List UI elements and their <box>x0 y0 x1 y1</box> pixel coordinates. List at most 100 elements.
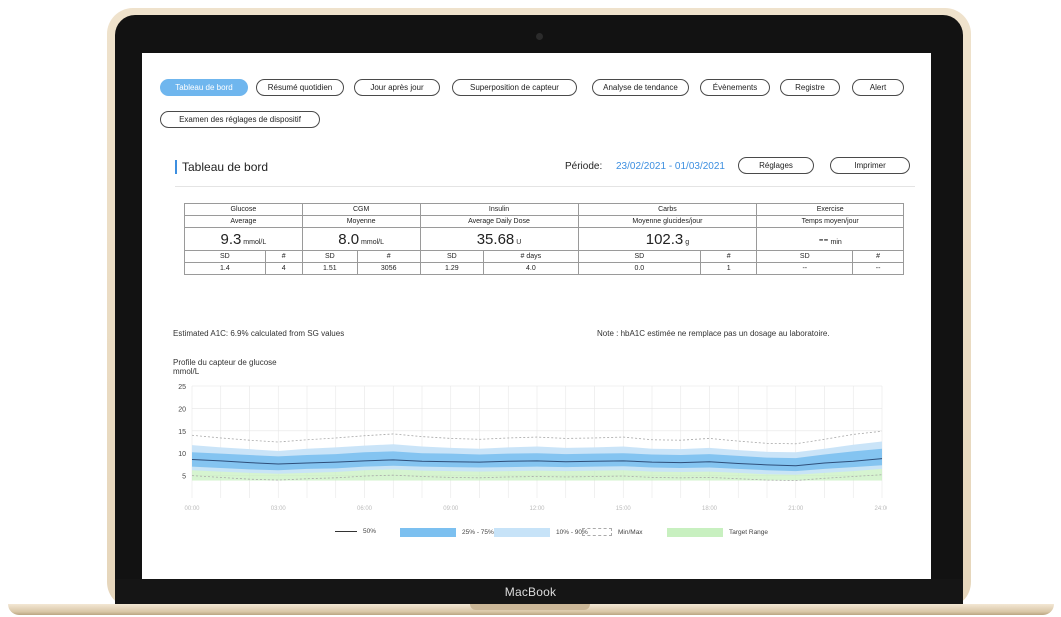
stats-value-row: 9.3 mmol/L 8.0 mmol/L 35.68 U 102.3 g --… <box>184 227 904 251</box>
legend-iqr-swatch <box>400 528 456 537</box>
stat-value-cell: 8.0 mmol/L <box>301 227 421 251</box>
x-tick-label: 21:00 <box>788 506 804 512</box>
stat-col-label: SD <box>184 250 266 263</box>
tab-superposition-de-capteur[interactable]: Superposition de capteur <box>452 79 577 96</box>
stat-metric: Average <box>184 215 303 228</box>
stat-name-cgm: CGM <box>301 203 421 216</box>
legend-iqr: 25% - 75% <box>400 528 494 537</box>
stat-unit: g <box>685 238 690 246</box>
stat-value: 8.0 <box>338 230 360 248</box>
stat-value: -- <box>818 230 829 248</box>
profile-title: Profile du capteur de glucose mmol/L <box>173 358 277 376</box>
stat-col-label: # <box>264 250 303 263</box>
stat-col-label: SD <box>756 250 854 263</box>
stat-col-value: 1.4 <box>184 262 266 275</box>
stats-table: Glucose CGM Insulin Carbs Exercise Avera… <box>184 203 904 275</box>
legend-p10-90-swatch <box>494 528 550 537</box>
stat-col-value: 4 <box>264 262 303 275</box>
laptop-brand-label: MacBook <box>504 585 557 599</box>
tab-examen-des-reglages[interactable]: Examen des réglages de dispositif <box>160 111 320 128</box>
y-tick-label: 20 <box>178 406 186 413</box>
stat-value: 9.3 <box>220 230 242 248</box>
stats-subheader-row: SD # SD # SD # days SD # SD # <box>184 250 904 263</box>
profile-title-text: Profile du capteur de glucose <box>173 358 277 367</box>
legend-minmax: Min/Max <box>582 528 643 536</box>
legend-target-swatch <box>667 528 723 537</box>
settings-button[interactable]: Réglages <box>738 157 814 174</box>
stat-col-value: 1 <box>700 262 758 275</box>
stat-col-value: -- <box>852 262 904 275</box>
y-tick-label: 5 <box>182 474 186 481</box>
legend-minmax-label: Min/Max <box>618 528 643 536</box>
stat-unit: mmol/L <box>361 238 384 246</box>
tab-analyse-de-tendance[interactable]: Analyse de tendance <box>592 79 689 96</box>
print-button[interactable]: Imprimer <box>830 157 910 174</box>
stat-col-label: # days <box>483 250 579 263</box>
legend-median-label: 50% <box>363 528 377 535</box>
page-title: Tableau de bord <box>182 160 269 174</box>
stat-col-label: # <box>852 250 904 263</box>
stat-name-insulin: Insulin <box>419 203 579 216</box>
stat-col-label: # <box>356 250 421 263</box>
stat-value-cell: 9.3 mmol/L <box>184 227 303 251</box>
stat-col-label: SD <box>419 250 485 263</box>
stat-unit: mmol/L <box>243 238 267 246</box>
period-value[interactable]: 23/02/2021 - 01/03/2021 <box>616 161 725 172</box>
stat-col-label: SD <box>301 250 358 263</box>
x-tick-label: 12:00 <box>529 506 545 512</box>
legend-median-swatch <box>335 531 357 532</box>
x-tick-label: 06:00 <box>357 506 373 512</box>
stat-metric: Moyenne <box>301 215 421 228</box>
x-tick-label: 18:00 <box>702 506 718 512</box>
legend-iqr-label: 25% - 75% <box>462 529 494 536</box>
tab-alert[interactable]: Alert <box>852 79 904 96</box>
y-tick-label: 15 <box>178 429 186 436</box>
tab-registre[interactable]: Registre <box>780 79 840 96</box>
x-tick-label: 00:00 <box>184 506 200 512</box>
x-tick-label: 24:00 <box>874 506 887 512</box>
tab-jour-apres-jour[interactable]: Jour après jour <box>354 79 440 96</box>
profile-unit-text: mmol/L <box>173 367 200 376</box>
x-tick-label: 15:00 <box>616 506 632 512</box>
stat-metric: Temps moyen/jour <box>756 215 904 228</box>
y-tick-label: 10 <box>178 451 186 458</box>
stats-header-row: Glucose CGM Insulin Carbs Exercise <box>184 203 904 216</box>
legend-target-label: Target Range <box>729 529 769 536</box>
stat-value: 102.3 <box>645 230 684 248</box>
app-screen: Tableau de bord Résumé quotidien Jour ap… <box>142 53 931 579</box>
stat-name-exercise: Exercise <box>756 203 904 216</box>
period-label: Période: <box>565 161 603 172</box>
stat-col-value: 1.51 <box>301 262 358 275</box>
stat-name-glucose: Glucose <box>184 203 303 216</box>
legend-target: Target Range <box>667 528 768 537</box>
estimated-a1c-text: Estimated A1C: 6.9% calculated from SG v… <box>173 329 345 338</box>
glucose-profile-chart: 5 10 15 20 25 00:00 03:00 06:00 09:00 12:00 15:00 1… <box>178 384 887 512</box>
stats-metric-row: Average Moyenne Average Daily Dose Moyen… <box>184 215 904 228</box>
stats-data-row: 1.4 4 1.51 3056 1.29 4.0 0.0 1 -- -- <box>184 262 904 275</box>
legend-p10-90: 10% - 90% <box>494 528 588 537</box>
tab-resume-quotidien[interactable]: Résumé quotidien <box>256 79 344 96</box>
a1c-note-text: Note : hbA1C estimée ne remplace pas un … <box>597 329 830 338</box>
stat-col-label: # <box>700 250 758 263</box>
y-tick-label: 25 <box>178 384 186 391</box>
tab-evenements[interactable]: Évènements <box>700 79 770 96</box>
stat-metric: Average Daily Dose <box>419 215 579 228</box>
stat-name-carbs: Carbs <box>577 203 758 216</box>
stat-value-cell: -- min <box>756 227 904 251</box>
stat-col-value: 1.29 <box>419 262 485 275</box>
section-accent-bar <box>175 160 177 174</box>
tab-tableau-de-bord[interactable]: Tableau de bord <box>160 79 248 96</box>
stat-unit: min <box>830 238 842 246</box>
stat-col-value: 3056 <box>356 262 421 275</box>
divider <box>175 186 915 187</box>
x-tick-label: 09:00 <box>443 506 459 512</box>
stat-value: 35.68 <box>476 230 515 248</box>
stat-col-value: -- <box>756 262 854 275</box>
stat-value-cell: 35.68 U <box>419 227 579 251</box>
laptop-base-notch <box>470 604 590 610</box>
stat-col-value: 4.0 <box>483 262 579 275</box>
legend-minmax-swatch <box>582 528 612 536</box>
stat-unit: U <box>516 238 522 246</box>
stat-col-label: SD <box>577 250 702 263</box>
x-tick-label: 03:00 <box>271 506 287 512</box>
